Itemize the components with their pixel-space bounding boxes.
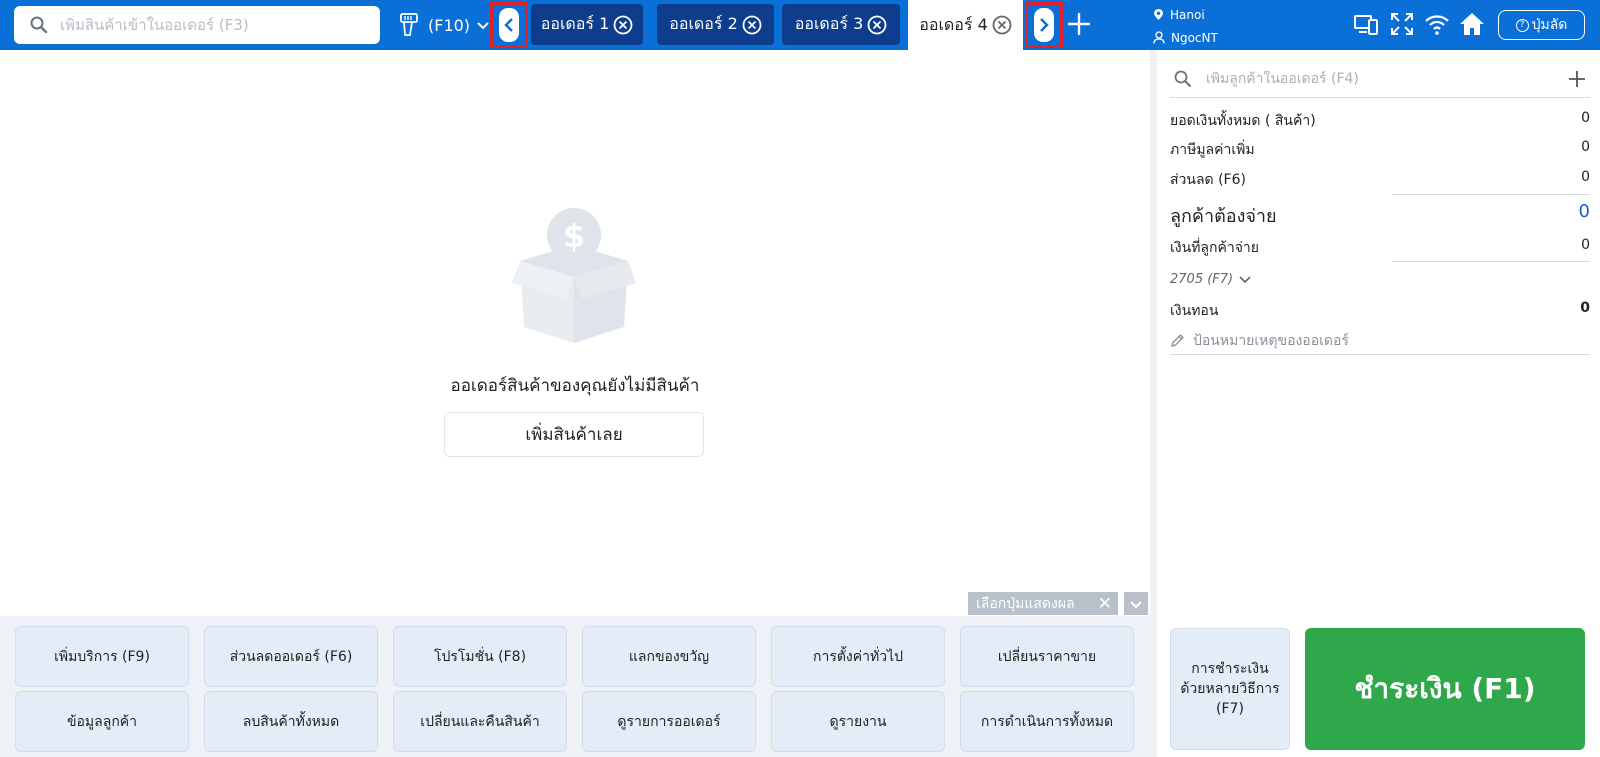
change-price-button[interactable]: เปลี่ยนราคาขาย xyxy=(960,626,1134,687)
empty-cart-message: ออเดอร์สินค้าของคุณยังไม่มีสินค้า xyxy=(450,376,700,396)
vat-label: ภาษีมูลค่าเพิ่ม xyxy=(1170,142,1255,158)
discount-row[interactable]: ส่วนลด (F6) 0 xyxy=(1170,169,1590,191)
discount-label: ส่วนลด (F6) xyxy=(1170,172,1246,188)
display-toggle-button[interactable] xyxy=(1124,592,1148,615)
payment-method-label: 2705 (F7) xyxy=(1170,272,1234,287)
total-value: 0 xyxy=(1581,110,1590,126)
user-label: NgocNT xyxy=(1171,30,1218,45)
customer-search-box[interactable] xyxy=(1170,60,1590,98)
pay-button[interactable]: ชำระเงิน (F1) xyxy=(1305,628,1585,750)
wifi-icon[interactable] xyxy=(1424,11,1450,37)
to-pay-label: ลูกค้าต้องจ่าย xyxy=(1170,206,1277,227)
view-reports-button[interactable]: ดูรายงาน xyxy=(771,691,945,752)
total-label: ยอดเงินทั้งหมด ( สินค้า) xyxy=(1170,113,1316,129)
shortcuts-label: ปุ่มลัด xyxy=(1531,17,1568,33)
plus-icon[interactable] xyxy=(1568,70,1586,88)
barcode-scanner-icon xyxy=(400,13,418,36)
device-sync-icon[interactable] xyxy=(1353,11,1379,37)
display-buttons-chip[interactable]: เลือกปุ่มแสดงผล ✕ xyxy=(968,592,1118,615)
barcode-mode-label: (F10) xyxy=(428,15,471,35)
tab-label: ออเดอร์ 4 xyxy=(919,14,988,34)
plus-icon[interactable] xyxy=(1066,11,1092,37)
top-bar: (F10) ออเดอร์ 1 ออเดอร์ 2 ออเดอร์ 3 ออเด… xyxy=(0,0,1600,50)
order-summary-panel: ยอดเงินทั้งหมด ( สินค้า) 0 ภาษีมูลค่าเพิ… xyxy=(1157,50,1600,757)
product-search-input[interactable] xyxy=(60,16,360,34)
close-circle-icon[interactable] xyxy=(613,15,633,35)
paid-value[interactable]: 0 xyxy=(1581,237,1590,259)
change-value: 0 xyxy=(1580,300,1590,316)
customer-info-button[interactable]: ข้อมูลลูกค้า xyxy=(15,691,189,752)
discount-value[interactable]: 0 xyxy=(1581,169,1590,191)
add-product-now-button[interactable]: เพิ่มสินค้าเลย xyxy=(444,412,704,457)
chevron-right-icon xyxy=(1040,18,1049,32)
divider-line xyxy=(1392,194,1590,195)
tab-scroll-left-button[interactable] xyxy=(490,2,528,48)
location-label: Hanoi xyxy=(1170,7,1205,22)
close-icon[interactable]: ✕ xyxy=(1098,594,1112,614)
pencil-icon xyxy=(1171,334,1184,347)
user-icon xyxy=(1153,31,1165,44)
location-pin-icon xyxy=(1154,9,1163,20)
close-circle-icon[interactable] xyxy=(742,15,762,35)
redeem-gift-button[interactable]: แลกของขวัญ xyxy=(582,626,756,687)
vat-value: 0 xyxy=(1581,139,1590,155)
chevron-down-icon xyxy=(1130,600,1142,608)
add-service-button[interactable]: เพิ่มบริการ (F9) xyxy=(15,626,189,687)
product-search-box[interactable] xyxy=(14,6,380,44)
to-pay-value: 0 xyxy=(1578,201,1590,222)
tab-scroll-right-button[interactable] xyxy=(1025,2,1063,48)
chevron-down-icon xyxy=(477,22,489,30)
vat-row: ภาษีมูลค่าเพิ่ม 0 xyxy=(1170,139,1590,161)
divider-line xyxy=(1392,261,1590,262)
to-pay-row: ลูกค้าต้องจ่าย 0 xyxy=(1170,201,1590,230)
view-orders-button[interactable]: ดูรายการออเดอร์ xyxy=(582,691,756,752)
paid-label: เงินที่ลูกค้าจ่าย xyxy=(1170,240,1259,256)
quick-actions-panel: เพิ่มบริการ (F9) ส่วนลดออเดอร์ (F6) โปรโ… xyxy=(0,616,1150,757)
close-circle-icon[interactable] xyxy=(867,15,887,35)
tab-order-4[interactable]: ออเดอร์ 4 xyxy=(908,0,1023,50)
order-note-placeholder: ป้อนหมายเหตุของออเดอร์ xyxy=(1193,332,1349,349)
tab-order-3[interactable]: ออเดอร์ 3 xyxy=(782,4,900,45)
tab-order-2[interactable]: ออเดอร์ 2 xyxy=(657,4,774,45)
fullscreen-icon[interactable] xyxy=(1389,11,1415,37)
order-discount-button[interactable]: ส่วนลดออเดอร์ (F6) xyxy=(204,626,378,687)
change-row: เงินทอน 0 xyxy=(1170,300,1590,322)
paid-row[interactable]: เงินที่ลูกค้าจ่าย 0 xyxy=(1170,237,1590,259)
barcode-mode-selector[interactable]: (F10) xyxy=(398,10,490,40)
tab-order-1[interactable]: ออเดอร์ 1 xyxy=(531,4,643,45)
tab-label: ออเดอร์ 1 xyxy=(540,14,610,33)
promotion-button[interactable]: โปรโมชั่น (F8) xyxy=(393,626,567,687)
exchange-return-button[interactable]: เปลี่ยนและคืนสินค้า xyxy=(393,691,567,752)
delete-all-products-button[interactable]: ลบสินค้าทั้งหมด xyxy=(204,691,378,752)
shortcuts-button[interactable]: ? ปุ่มลัด xyxy=(1498,10,1585,40)
total-row: ยอดเงินทั้งหมด ( สินค้า) 0 xyxy=(1170,110,1590,132)
search-icon xyxy=(1174,70,1191,87)
chevron-left-icon xyxy=(504,18,513,32)
display-buttons-label: เลือกปุ่มแสดงผล xyxy=(976,595,1075,612)
all-operations-button[interactable]: การดำเนินการทั้งหมด xyxy=(960,691,1134,752)
empty-box-money-icon: $ xyxy=(512,208,636,343)
chevron-down-icon xyxy=(1239,275,1251,283)
tab-label: ออเดอร์ 3 xyxy=(794,14,864,33)
panel-divider xyxy=(1150,50,1157,757)
change-label: เงินทอน xyxy=(1170,303,1219,319)
payment-method-selector[interactable]: 2705 (F7) xyxy=(1170,272,1251,287)
multi-payment-button[interactable]: การชำระเงินด้วยหลายวิธีการ (F7) xyxy=(1170,628,1290,750)
store-info: Hanoi NgocNT xyxy=(1153,3,1218,49)
home-icon[interactable] xyxy=(1459,11,1485,37)
tab-label: ออเดอร์ 2 xyxy=(669,14,738,33)
customer-search-input[interactable] xyxy=(1206,70,1546,87)
help-icon: ? xyxy=(1515,18,1529,32)
general-settings-button[interactable]: การตั้งค่าทั่วไป xyxy=(771,626,945,687)
search-icon xyxy=(30,16,48,34)
svg-text:$: $ xyxy=(563,217,585,255)
close-circle-icon[interactable] xyxy=(992,15,1012,35)
order-note-field[interactable]: ป้อนหมายเหตุของออเดอร์ xyxy=(1170,327,1590,355)
